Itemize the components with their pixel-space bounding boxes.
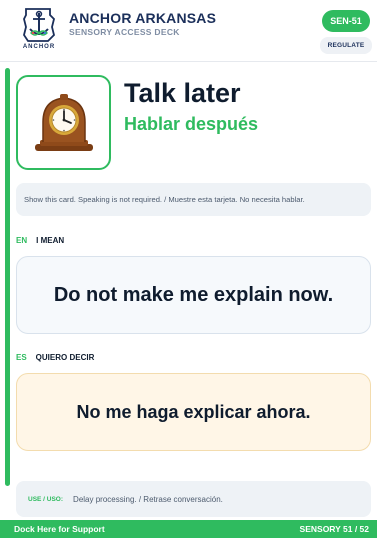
usage-text: Delay processing. / Retrase conversación…: [73, 494, 223, 504]
logo-text: ANCHOR: [22, 44, 56, 50]
card-code-badge: SEN-51: [322, 10, 370, 32]
footer-card-count: SENSORY 51 / 52: [299, 524, 369, 534]
usage-note: USE / USO: Delay processing. / Retrase c…: [16, 481, 371, 517]
mantel-clock-icon: [35, 94, 93, 151]
spanish-code: ES: [16, 353, 27, 362]
spanish-section-header: ES QUIERO DECIR: [16, 353, 94, 362]
spanish-label: QUIERO DECIR: [35, 353, 95, 362]
usage-label: USE / USO:: [28, 495, 64, 503]
card-footer: Dock Here for Support SENSORY 51 / 52: [0, 520, 377, 538]
phrase-title-english: Talk later: [124, 78, 241, 108]
footer-dock-text: Dock Here for Support: [14, 524, 105, 534]
sensory-card: ANCHOR ANCHOR ARKANSAS SENSORY ACCESS DE…: [0, 0, 377, 538]
phrase-image-box: [16, 75, 111, 170]
accent-bar: [5, 68, 10, 486]
phrase-title-spanish: Hablar después: [124, 114, 259, 134]
category-badge: REGULATE: [320, 37, 372, 54]
card-header: ANCHOR ANCHOR ARKANSAS SENSORY ACCESS DE…: [0, 0, 377, 62]
deck-name: SENSORY ACCESS DECK: [69, 27, 180, 37]
instruction-note: Show this card. Speaking is not required…: [16, 183, 371, 216]
english-meaning: Do not make me explain now.: [16, 256, 371, 334]
english-label: I MEAN: [36, 236, 65, 245]
english-section-header: EN I MEAN: [16, 236, 64, 245]
brand-name: ANCHOR ARKANSAS: [69, 10, 217, 26]
spanish-meaning: No me haga explicar ahora.: [16, 373, 371, 451]
english-code: EN: [16, 236, 28, 245]
